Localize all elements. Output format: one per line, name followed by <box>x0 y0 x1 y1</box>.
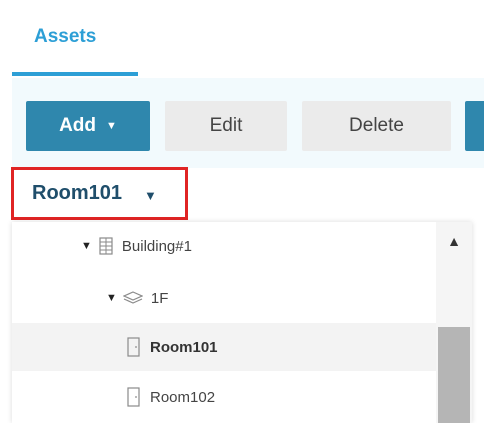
tab-assets[interactable]: Assets <box>12 0 138 76</box>
edit-button[interactable]: Edit <box>165 101 287 151</box>
selected-location-value: Room101 <box>32 182 123 204</box>
edit-button-label: Edit <box>209 115 243 136</box>
chevron-down-icon: ▼ <box>144 187 157 203</box>
location-tree-dropdown: ▼ Building#1 ▼ 1F Room101 Room102 ▲ <box>12 222 472 423</box>
tree-node-label: Room102 <box>150 388 216 406</box>
tree-node-label: 1F <box>150 289 169 307</box>
tree-scrollbar[interactable]: ▲ <box>436 222 472 423</box>
more-toolbar-button[interactable] <box>465 101 484 151</box>
tree-node-label: Building#1 <box>121 237 192 255</box>
tab-bar: Assets <box>12 0 484 76</box>
expand-toggle-icon[interactable]: ▼ <box>81 240 92 252</box>
add-button-label: Add <box>59 115 97 136</box>
tree-node-room102[interactable]: Room102 <box>12 373 436 421</box>
expand-toggle-icon[interactable]: ▼ <box>106 292 117 304</box>
tree-node-floor[interactable]: ▼ 1F <box>12 274 436 322</box>
tab-assets-label: Assets <box>34 26 97 47</box>
room-door-icon <box>126 387 142 407</box>
delete-button-label: Delete <box>349 115 404 136</box>
toolbar: Add ▼ Edit Delete <box>12 78 484 168</box>
building-icon <box>98 237 114 255</box>
room-door-icon <box>126 337 142 357</box>
tree-node-label: Room101 <box>150 338 218 356</box>
caret-down-icon: ▼ <box>106 120 117 132</box>
tree-node-room101[interactable]: Room101 <box>12 323 436 371</box>
delete-button[interactable]: Delete <box>302 101 451 151</box>
location-selector[interactable]: Room101 ▼ <box>11 167 188 220</box>
active-tab-indicator <box>12 72 138 76</box>
scrollbar-thumb[interactable] <box>438 327 470 423</box>
add-button[interactable]: Add ▼ <box>26 101 150 151</box>
scroll-up-arrow-icon[interactable]: ▲ <box>436 228 472 254</box>
floor-layers-icon <box>122 291 143 305</box>
tree-node-building[interactable]: ▼ Building#1 <box>12 222 436 270</box>
asset-manager-window: Assets Add ▼ Edit Delete Room101 ▼ ▼ Bui… <box>0 0 484 423</box>
